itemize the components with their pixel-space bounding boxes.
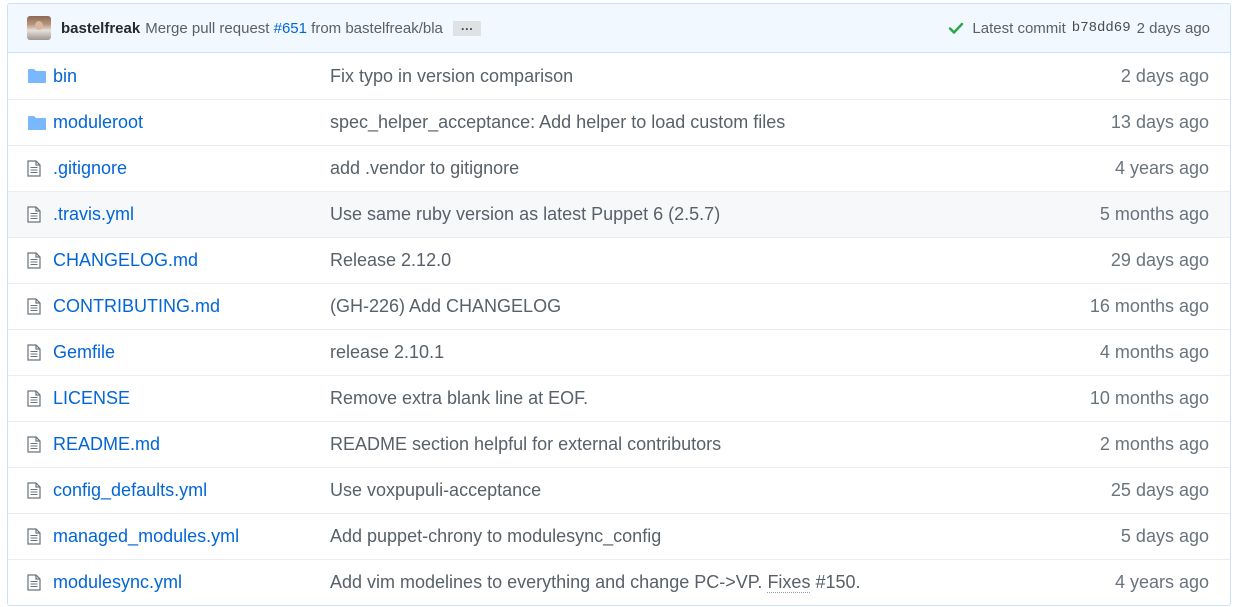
file-commit-message: (GH-226) Add CHANGELOG [330, 296, 970, 317]
author-avatar[interactable] [27, 16, 51, 40]
file-row[interactable]: .travis.yml Use same ruby version as late… [8, 191, 1230, 237]
file-age: 13 days ago [1110, 112, 1209, 132]
check-icon[interactable] [948, 20, 964, 36]
file-row[interactable]: config_defaults.yml Use voxpupuli-accepta… [8, 467, 1230, 513]
commit-message-suffix[interactable]: from bastelfreak/bla [311, 20, 443, 37]
file-icon [27, 528, 53, 545]
file-commit-message-link[interactable]: (GH-226) Add CHANGELOG [330, 296, 561, 316]
latest-commit-label: Latest commit [972, 19, 1066, 37]
file-name-link[interactable]: config_defaults.yml [53, 480, 330, 501]
file-age: 4 years ago [1114, 158, 1209, 178]
folder-icon [27, 115, 53, 131]
file-age: 16 months ago [1089, 296, 1209, 316]
file-icon [27, 390, 53, 407]
file-row[interactable]: CHANGELOG.md Release 2.12.0 29 days ago [8, 237, 1230, 283]
file-icon [27, 298, 53, 315]
file-browser: bastelfreak Merge pull request #651 from… [7, 3, 1231, 606]
file-row[interactable]: bin Fix typo in version comparison 2 days … [8, 53, 1230, 99]
file-name-link[interactable]: .gitignore [53, 158, 330, 179]
file-age: 5 days ago [1120, 526, 1209, 546]
file-commit-message: Add puppet-chrony to modulesync_config [330, 526, 970, 547]
file-name-link[interactable]: README.md [53, 434, 330, 455]
file-commit-message-link[interactable]: Add puppet-chrony to modulesync_config [330, 526, 661, 546]
file-commit-message: Use same ruby version as latest Puppet 6… [330, 204, 970, 225]
file-age: 5 months ago [1099, 204, 1209, 224]
file-age: 2 months ago [1099, 434, 1209, 454]
file-commit-message-link[interactable]: Fix typo in version comparison [330, 66, 573, 86]
commit-message-prefix[interactable]: Merge pull request [145, 20, 269, 37]
file-name-link[interactable]: bin [53, 66, 330, 87]
file-commit-message: release 2.10.1 [330, 342, 970, 363]
file-name-link[interactable]: Gemfile [53, 342, 330, 363]
file-commit-message-link[interactable]: Use same ruby version as latest Puppet 6… [330, 204, 720, 224]
file-row[interactable]: .gitignore add .vendor to gitignore 4 year… [8, 145, 1230, 191]
file-name-link[interactable]: .travis.yml [53, 204, 330, 225]
file-icon [27, 160, 53, 177]
latest-commit-bar: bastelfreak Merge pull request #651 from… [8, 4, 1230, 53]
file-name-link[interactable]: moduleroot [53, 112, 330, 133]
file-row[interactable]: CONTRIBUTING.md (GH-226) Add CHANGELOG 16 … [8, 283, 1230, 329]
file-name-link[interactable]: managed_modules.yml [53, 526, 330, 547]
file-commit-message-link[interactable]: Remove extra blank line at EOF. [330, 388, 588, 408]
file-commit-message: add .vendor to gitignore [330, 158, 970, 179]
file-commit-message-link[interactable]: Add vim modelines to everything and chan… [330, 572, 762, 592]
file-commit-message: Remove extra blank line at EOF. [330, 388, 970, 409]
file-name-link[interactable]: LICENSE [53, 388, 330, 409]
expand-commit-message-button[interactable]: … [452, 19, 481, 36]
file-commit-message-link[interactable]: Use voxpupuli-acceptance [330, 480, 541, 500]
file-commit-message-link[interactable]: Release 2.12.0 [330, 250, 451, 270]
file-commit-message-link[interactable]: README section helpful for external cont… [330, 434, 721, 454]
file-commit-message: README section helpful for external cont… [330, 434, 970, 455]
file-row[interactable]: modulesync.yml Add vim modelines to every… [8, 559, 1230, 605]
file-name-link[interactable]: modulesync.yml [53, 572, 330, 593]
file-icon [27, 436, 53, 453]
issue-link[interactable]: #150. [815, 572, 860, 592]
commit-sha[interactable]: b78dd69 [1072, 20, 1131, 36]
pull-request-link[interactable]: #651 [274, 20, 307, 37]
file-icon [27, 206, 53, 223]
file-icon [27, 252, 53, 269]
file-icon [27, 344, 53, 361]
file-commit-message-link[interactable]: release 2.10.1 [330, 342, 444, 362]
file-commit-message: Add vim modelines to everything and chan… [330, 572, 970, 593]
file-commit-message: Release 2.12.0 [330, 250, 970, 271]
file-row[interactable]: moduleroot spec_helper_acceptance: Add he… [8, 99, 1230, 145]
commit-message: Merge pull request #651 from bastelfreak… [145, 20, 443, 37]
file-age: 29 days ago [1110, 250, 1209, 270]
file-list: bin Fix typo in version comparison 2 days … [8, 53, 1230, 605]
folder-icon [27, 68, 53, 84]
file-commit-message-link[interactable]: add .vendor to gitignore [330, 158, 519, 178]
file-name-link[interactable]: CHANGELOG.md [53, 250, 330, 271]
file-age: 4 years ago [1114, 572, 1209, 592]
file-name-link[interactable]: CONTRIBUTING.md [53, 296, 330, 317]
file-commit-message: Use voxpupuli-acceptance [330, 480, 970, 501]
file-age: 10 months ago [1089, 388, 1209, 408]
file-row[interactable]: README.md README section helpful for exte… [8, 421, 1230, 467]
file-age: 4 months ago [1099, 342, 1209, 362]
file-row[interactable]: managed_modules.yml Add puppet-chrony to … [8, 513, 1230, 559]
file-commit-message: spec_helper_acceptance: Add helper to lo… [330, 112, 970, 133]
issue-keyword[interactable]: Fixes [767, 572, 811, 593]
file-icon [27, 482, 53, 499]
commit-age: 2 days ago [1136, 19, 1210, 37]
file-row[interactable]: LICENSE Remove extra blank line at EOF. 10… [8, 375, 1230, 421]
file-commit-message-link[interactable]: spec_helper_acceptance: Add helper to lo… [330, 112, 785, 132]
commit-author[interactable]: bastelfreak [61, 20, 140, 37]
file-icon [27, 574, 53, 591]
file-row[interactable]: Gemfile release 2.10.1 4 months ago [8, 329, 1230, 375]
file-age: 25 days ago [1110, 480, 1209, 500]
file-age: 2 days ago [1120, 65, 1209, 86]
file-commit-message: Fix typo in version comparison [330, 66, 970, 87]
